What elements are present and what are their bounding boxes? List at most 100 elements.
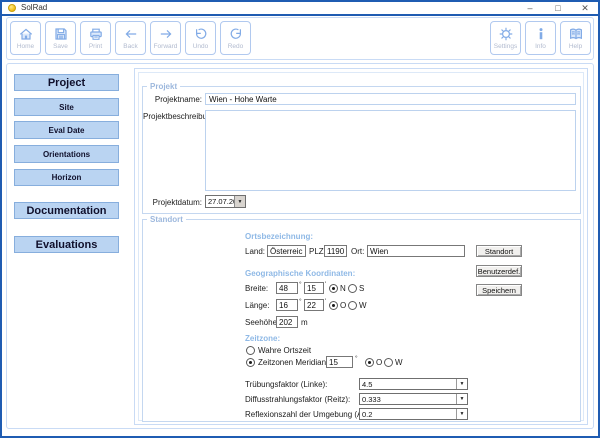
diffuse-factor-combobox[interactable]: 0.333 ▼: [359, 393, 468, 405]
project-date-label: Projektdatum:: [143, 198, 202, 208]
redo-icon: [228, 26, 244, 42]
forward-button[interactable]: Forward: [150, 21, 181, 55]
latitude-south-label: S: [359, 284, 364, 294]
titlebar: SolRad – □ ✕: [2, 2, 598, 14]
meridian-west-label: W: [395, 358, 403, 368]
location-group-title: Standort: [147, 215, 186, 224]
meridian-deg-symbol: °: [355, 355, 358, 362]
longitude-east-label: O: [340, 301, 346, 311]
elevation-label: Seehöhe:: [245, 318, 279, 328]
redo-button[interactable]: Redo: [220, 21, 251, 55]
meridian-east-radio[interactable]: [365, 358, 374, 367]
minimize-button[interactable]: –: [524, 3, 536, 13]
turbidity-factor-value: 4.5: [360, 379, 456, 389]
longitude-west-radio[interactable]: [348, 301, 357, 310]
longitude-west-label: W: [359, 301, 367, 311]
albedo-value: 0.2: [360, 409, 456, 419]
home-icon: [18, 26, 34, 42]
app-icon: [8, 4, 16, 12]
undo-button[interactable]: Undo: [185, 21, 216, 55]
latitude-min-input[interactable]: [304, 282, 324, 294]
longitude-min-symbol: ': [325, 298, 326, 305]
project-description-textarea[interactable]: [205, 110, 576, 191]
true-local-time-radio[interactable]: [246, 346, 255, 355]
titlebar-separator: [2, 14, 598, 16]
benutzerdef-button[interactable]: Benutzerdef.: [476, 265, 522, 277]
speichern-button[interactable]: Speichern: [476, 284, 522, 296]
print-button[interactable]: Print: [80, 21, 111, 55]
elevation-unit: m: [301, 318, 308, 328]
dropdown-arrow-icon: ▼: [234, 196, 245, 207]
sidebar-item-project[interactable]: Project: [14, 74, 119, 91]
latitude-deg-input[interactable]: [276, 282, 298, 294]
timezone-meridian-radio[interactable]: [246, 358, 255, 367]
back-button[interactable]: Back: [115, 21, 146, 55]
meridian-west-radio[interactable]: [384, 358, 393, 367]
city-label: Ort:: [351, 247, 364, 257]
longitude-min-input[interactable]: [304, 299, 324, 311]
latitude-north-radio[interactable]: [329, 284, 338, 293]
help-book-icon: [568, 26, 584, 42]
coordinates-heading: Geographische Koordinaten:: [245, 269, 355, 279]
sidebar-item-orientations[interactable]: Orientations: [14, 145, 119, 163]
sidebar-item-eval-date[interactable]: Eval Date: [14, 121, 119, 139]
redo-button-label: Redo: [228, 43, 244, 50]
meridian-input[interactable]: [326, 356, 353, 368]
turbidity-factor-label: Trübungsfaktor (Linke):: [245, 380, 327, 390]
print-icon: [88, 26, 104, 42]
standort-button[interactable]: Standort: [476, 245, 522, 257]
latitude-south-radio[interactable]: [348, 284, 357, 293]
project-name-label: Projektname:: [143, 95, 202, 105]
location-groupbox: Standort Ortsbezeichnung: Land: PLZ: Ort…: [142, 219, 581, 422]
longitude-east-radio[interactable]: [329, 301, 338, 310]
forward-button-label: Forward: [154, 43, 178, 50]
content-panel: Projekt Projektname: Projektbeschreibung…: [134, 68, 588, 425]
sidebar-item-documentation[interactable]: Documentation: [14, 202, 119, 219]
close-button[interactable]: ✕: [579, 3, 591, 13]
window-title: SolRad: [21, 3, 47, 12]
undo-button-label: Undo: [193, 43, 209, 50]
elevation-input[interactable]: [276, 316, 298, 328]
project-date-combobox[interactable]: 27.07.2018 ▼: [205, 195, 246, 208]
albedo-combobox[interactable]: 0.2 ▼: [359, 408, 468, 420]
save-button[interactable]: Save: [45, 21, 76, 55]
plz-input[interactable]: [324, 245, 347, 257]
maximize-button[interactable]: □: [552, 3, 564, 13]
dropdown-arrow-icon: ▼: [456, 394, 467, 404]
save-button-label: Save: [53, 43, 68, 50]
toolbar-right-group: Settings Info Help: [490, 21, 591, 55]
country-label: Land:: [245, 247, 265, 257]
project-name-input[interactable]: [205, 93, 576, 105]
longitude-deg-input[interactable]: [276, 299, 298, 311]
country-input[interactable]: [267, 245, 306, 257]
info-button[interactable]: Info: [525, 21, 556, 55]
main-panel: Project Site Eval Date Orientations Hori…: [6, 63, 594, 429]
home-button-label: Home: [17, 43, 34, 50]
settings-button[interactable]: Settings: [490, 21, 521, 55]
longitude-deg-symbol: °: [299, 298, 302, 305]
sidebar-item-horizon[interactable]: Horizon: [14, 169, 119, 186]
gear-icon: [498, 26, 514, 42]
project-description-label: Projektbeschreibung:: [143, 112, 202, 122]
home-button[interactable]: Home: [10, 21, 41, 55]
sidebar-item-evaluations[interactable]: Evaluations: [14, 236, 119, 253]
city-input[interactable]: [367, 245, 465, 257]
turbidity-factor-combobox[interactable]: 4.5 ▼: [359, 378, 468, 390]
timezone-heading: Zeitzone:: [245, 334, 280, 344]
toolbar-panel: Home Save Print Back Forward Undo: [6, 17, 594, 60]
project-group-title: Projekt: [147, 82, 180, 91]
diffuse-factor-value: 0.333: [360, 394, 456, 404]
help-button-label: Help: [569, 43, 582, 50]
diffuse-factor-label: Diffusstrahlungsfaktor (Reitz):: [245, 395, 350, 405]
print-button-label: Print: [89, 43, 102, 50]
sidebar-item-site[interactable]: Site: [14, 98, 119, 116]
app-window: SolRad – □ ✕ Home Save Print Back: [0, 0, 600, 438]
undo-icon: [193, 26, 209, 42]
back-button-label: Back: [123, 43, 137, 50]
dropdown-arrow-icon: ▼: [456, 379, 467, 389]
help-button[interactable]: Help: [560, 21, 591, 55]
latitude-min-symbol: ': [325, 281, 326, 288]
save-icon: [53, 26, 69, 42]
project-groupbox: Projekt Projektname: Projektbeschreibung…: [142, 86, 581, 214]
latitude-label: Breite:: [245, 284, 268, 294]
